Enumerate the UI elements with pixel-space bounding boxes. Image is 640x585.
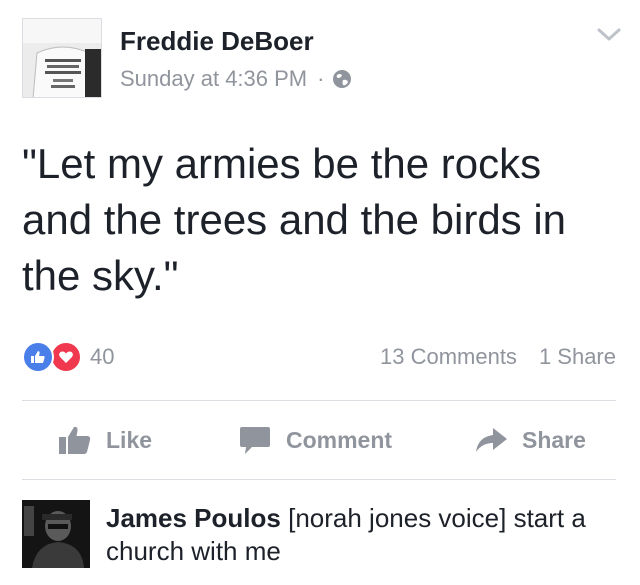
- author-avatar[interactable]: [22, 18, 102, 98]
- love-reaction-icon: [50, 341, 82, 373]
- comment-button[interactable]: Comment: [238, 401, 392, 479]
- shares-count-link[interactable]: 1 Share: [539, 344, 616, 370]
- divider: [22, 479, 616, 480]
- avatar-photo: [23, 19, 101, 97]
- stats-row: 40 13 Comments 1 Share: [22, 338, 616, 376]
- reaction-count: 40: [90, 344, 115, 369]
- globe-icon: [332, 69, 352, 89]
- comments-count-link[interactable]: 13 Comments: [380, 344, 517, 370]
- reactions-summary[interactable]: 40: [22, 341, 114, 373]
- comment-author-name[interactable]: James Poulos: [106, 503, 281, 533]
- comment-bubble-icon: [240, 427, 270, 454]
- comment-text: James Poulos [norah jones voice] start a…: [106, 502, 626, 568]
- commenter-photo: [22, 500, 90, 568]
- comment-item: James Poulos [norah jones voice] start a…: [22, 500, 622, 585]
- like-label: Like: [106, 426, 153, 453]
- post-timestamp[interactable]: Sunday at 4:36 PM: [120, 66, 307, 92]
- share-label: Share: [522, 426, 586, 453]
- meta-separator: ·: [317, 66, 325, 91]
- chevron-down-icon[interactable]: [596, 26, 622, 44]
- post-meta: Sunday at 4:36 PM ·: [120, 66, 352, 92]
- comment-label: Comment: [286, 426, 393, 453]
- like-button[interactable]: Like: [58, 401, 152, 479]
- post-header: Freddie DeBoer Sunday at 4:36 PM ·: [22, 18, 622, 100]
- engagement-counts: 13 Comments 1 Share: [380, 344, 616, 370]
- post-text: "Let my armies be the rocks and the tree…: [22, 140, 567, 299]
- action-bar: Like Comment Share: [22, 401, 616, 479]
- like-reaction-icon: [22, 341, 54, 373]
- share-button[interactable]: Share: [474, 401, 586, 479]
- author-name[interactable]: Freddie DeBoer: [120, 26, 314, 57]
- commenter-avatar[interactable]: [22, 500, 90, 568]
- share-arrow-icon: [476, 428, 507, 452]
- thumbs-up-icon: [59, 426, 91, 454]
